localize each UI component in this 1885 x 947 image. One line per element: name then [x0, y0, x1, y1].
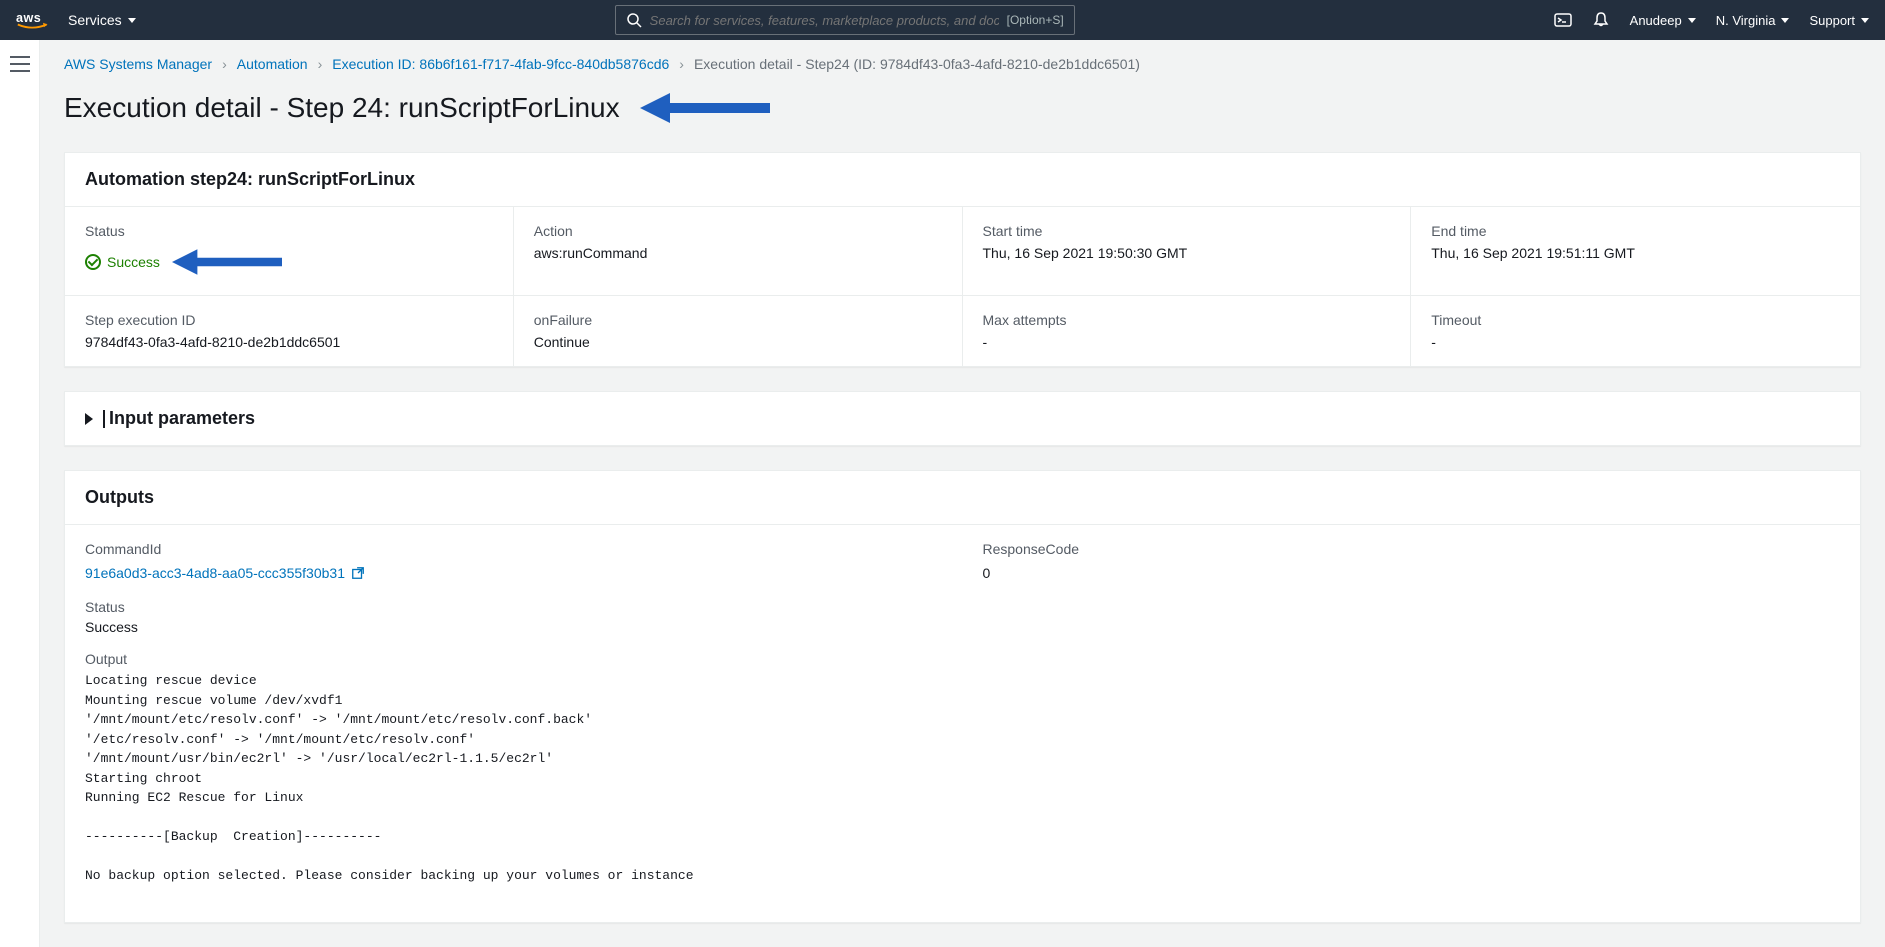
input-parameters-panel: Input parameters — [64, 391, 1861, 446]
breadcrumb: AWS Systems Manager › Automation › Execu… — [40, 40, 1885, 80]
breadcrumb-link-systems-manager[interactable]: AWS Systems Manager — [64, 56, 212, 72]
support-label: Support — [1809, 13, 1855, 28]
timeout-cell: Timeout - — [1411, 296, 1860, 366]
services-label: Services — [68, 12, 122, 28]
page-title-row: Execution detail - Step 24: runScriptFor… — [40, 80, 1885, 152]
search-container: [Option+S] — [615, 5, 1075, 35]
search-box[interactable]: [Option+S] — [615, 5, 1075, 35]
search-shortcut: [Option+S] — [1007, 13, 1064, 27]
support-menu[interactable]: Support — [1809, 13, 1869, 28]
onfailure-value: Continue — [534, 334, 942, 350]
triangle-right-icon — [85, 413, 93, 425]
success-check-icon — [85, 254, 101, 270]
search-icon — [626, 12, 642, 28]
svg-text:aws: aws — [16, 11, 41, 25]
output-text-label: Output — [85, 651, 1840, 667]
hamburger-icon[interactable] — [10, 56, 30, 72]
page-title: Execution detail - Step 24: runScriptFor… — [64, 92, 620, 124]
output-status-label: Status — [85, 599, 1840, 615]
onfailure-label: onFailure — [534, 312, 942, 328]
annotation-arrow-icon — [640, 88, 770, 128]
chevron-right-icon: › — [222, 56, 227, 72]
cloudshell-icon[interactable] — [1554, 11, 1572, 29]
start-time-label: Start time — [983, 223, 1391, 239]
search-input[interactable] — [650, 13, 999, 28]
timeout-label: Timeout — [1431, 312, 1840, 328]
output-status-block: Status Success — [85, 599, 1840, 635]
step-panel-title: Automation step24: runScriptForLinux — [85, 169, 1840, 190]
chevron-right-icon: › — [679, 56, 684, 72]
step-execution-id-label: Step execution ID — [85, 312, 493, 328]
notifications-icon[interactable] — [1592, 11, 1610, 29]
input-parameters-toggle[interactable]: Input parameters — [65, 392, 1860, 445]
outputs-grid: CommandId 91e6a0d3-acc3-4ad8-aa05-ccc355… — [65, 525, 1860, 599]
chevron-right-icon: › — [318, 56, 323, 72]
aws-logo[interactable]: aws — [16, 9, 52, 31]
start-time-value: Thu, 16 Sep 2021 19:50:30 GMT — [983, 245, 1391, 261]
step-panel-header: Automation step24: runScriptForLinux — [65, 153, 1860, 207]
breadcrumb-link-execution-id[interactable]: Execution ID: 86b6f161-f717-4fab-9fcc-84… — [332, 56, 669, 72]
user-name: Anudeep — [1630, 13, 1682, 28]
action-cell: Action aws:runCommand — [514, 207, 963, 296]
topnav-right: Anudeep N. Virginia Support — [1554, 11, 1869, 29]
onfailure-cell: onFailure Continue — [514, 296, 963, 366]
user-menu[interactable]: Anudeep — [1630, 13, 1696, 28]
breadcrumb-link-automation[interactable]: Automation — [237, 56, 308, 72]
annotation-arrow-icon — [172, 245, 282, 279]
caret-down-icon — [1861, 18, 1869, 23]
page-layout: AWS Systems Manager › Automation › Execu… — [0, 40, 1885, 947]
step-info-grid: Status Success Action — [65, 207, 1860, 366]
responsecode-cell: ResponseCode 0 — [963, 525, 1861, 599]
end-time-value: Thu, 16 Sep 2021 19:51:11 GMT — [1431, 245, 1840, 261]
commandid-label: CommandId — [85, 541, 943, 557]
step-execution-id-value: 9784df43-0fa3-4afd-8210-de2b1ddc6501 — [85, 334, 493, 350]
max-attempts-label: Max attempts — [983, 312, 1391, 328]
max-attempts-value: - — [983, 334, 1391, 350]
output-text-block: Output Locating rescue device Mounting r… — [85, 651, 1840, 886]
outputs-header: Outputs — [65, 471, 1860, 525]
output-status-value: Success — [85, 619, 1840, 635]
top-navigation: aws Services [Option+S] Anu — [0, 0, 1885, 40]
outputs-panel: Outputs CommandId 91e6a0d3-acc3-4ad8-aa0… — [64, 470, 1861, 923]
action-label: Action — [534, 223, 942, 239]
step-panel: Automation step24: runScriptForLinux Sta… — [64, 152, 1861, 367]
caret-down-icon — [1781, 18, 1789, 23]
sidebar-toggle-panel — [0, 40, 40, 947]
responsecode-value: 0 — [983, 565, 1841, 581]
main-content: AWS Systems Manager › Automation › Execu… — [40, 40, 1885, 947]
commandid-cell: CommandId 91e6a0d3-acc3-4ad8-aa05-ccc355… — [65, 525, 963, 599]
region-menu[interactable]: N. Virginia — [1716, 13, 1790, 28]
commandid-link[interactable]: 91e6a0d3-acc3-4ad8-aa05-ccc355f30b31 — [85, 565, 365, 581]
breadcrumb-current: Execution detail - Step24 (ID: 9784df43-… — [694, 56, 1140, 72]
external-link-icon — [351, 566, 365, 580]
end-time-cell: End time Thu, 16 Sep 2021 19:51:11 GMT — [1411, 207, 1860, 296]
status-label: Status — [85, 223, 493, 239]
caret-down-icon — [128, 18, 136, 23]
action-value: aws:runCommand — [534, 245, 942, 261]
timeout-value: - — [1431, 334, 1840, 350]
outputs-title: Outputs — [85, 487, 1840, 508]
aws-logo-icon: aws — [16, 9, 52, 31]
region-name: N. Virginia — [1716, 13, 1776, 28]
step-execution-id-cell: Step execution ID 9784df43-0fa3-4afd-821… — [65, 296, 514, 366]
services-menu[interactable]: Services — [68, 12, 136, 28]
caret-down-icon — [1688, 18, 1696, 23]
responsecode-label: ResponseCode — [983, 541, 1841, 557]
status-cell: Status Success — [65, 207, 514, 296]
end-time-label: End time — [1431, 223, 1840, 239]
output-section: Status Success Output Locating rescue de… — [65, 599, 1860, 922]
start-time-cell: Start time Thu, 16 Sep 2021 19:50:30 GMT — [963, 207, 1412, 296]
status-value: Success — [85, 254, 160, 270]
input-parameters-title: Input parameters — [109, 408, 255, 429]
max-attempts-cell: Max attempts - — [963, 296, 1412, 366]
output-text: Locating rescue device Mounting rescue v… — [85, 671, 1840, 886]
